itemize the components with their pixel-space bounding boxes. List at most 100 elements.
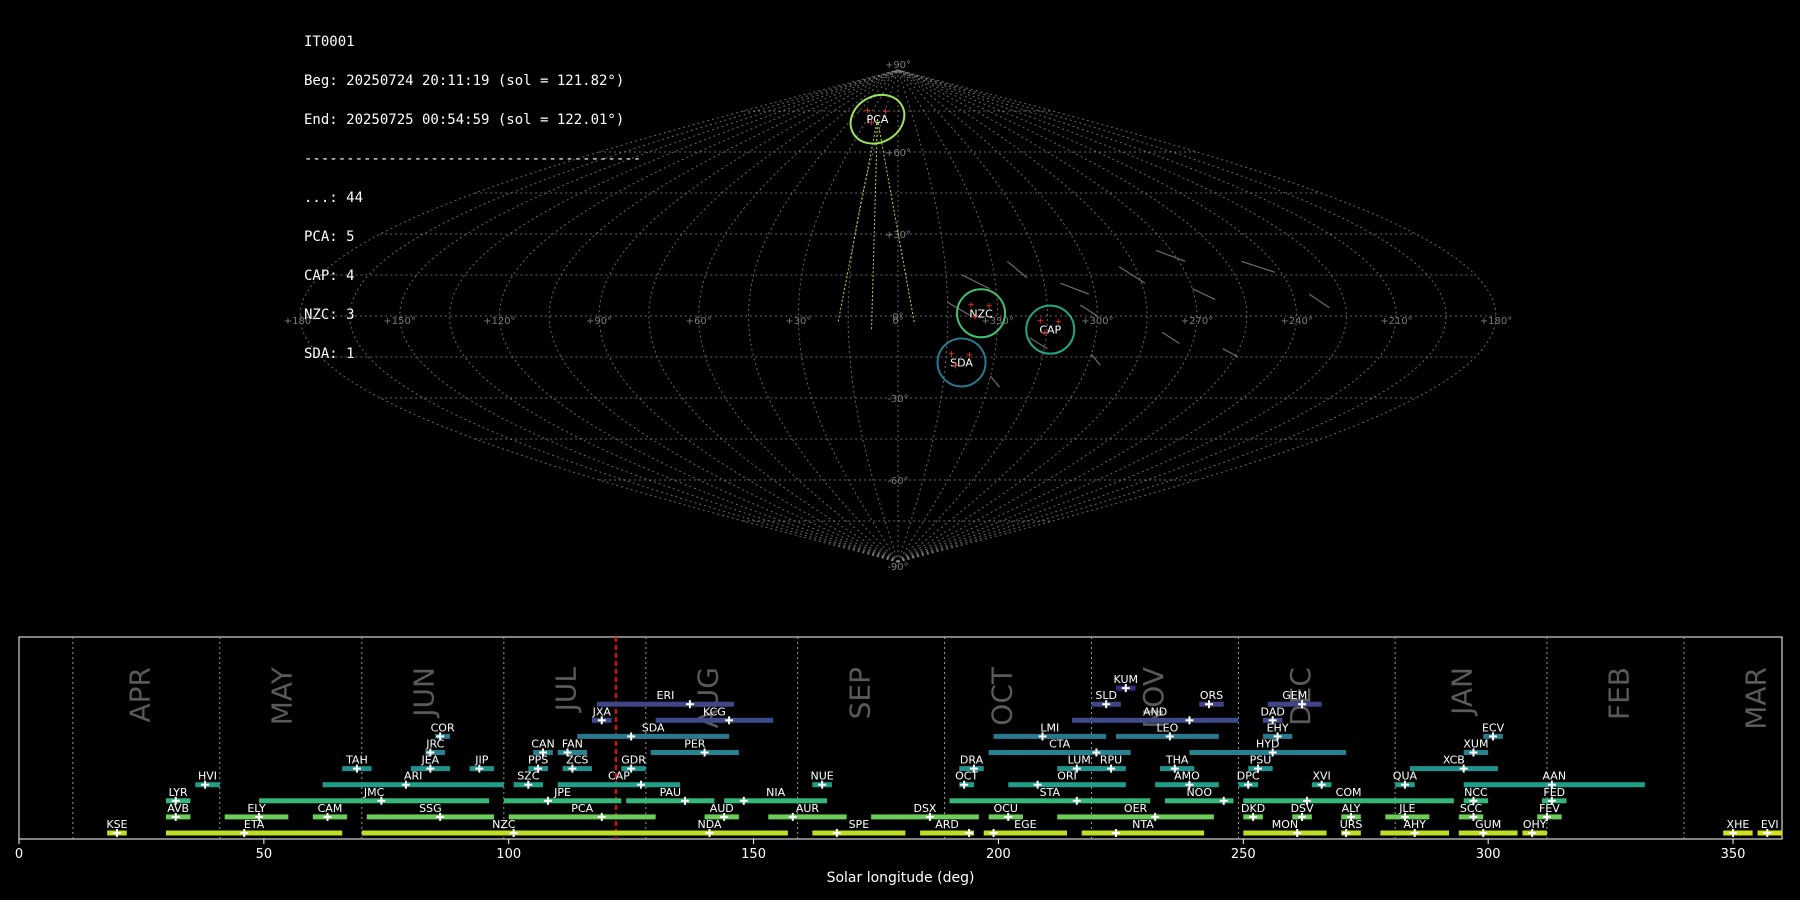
- shower-label: FED: [1543, 786, 1565, 799]
- x-tick-label: 0: [15, 847, 23, 862]
- shower-label: STA: [1040, 786, 1061, 799]
- x-tick-label: 300: [1476, 847, 1501, 862]
- shower-label: DKD: [1241, 802, 1265, 815]
- shower-bar: [508, 814, 656, 820]
- shower-label: OER: [1124, 802, 1148, 815]
- shower-label: SSG: [419, 802, 442, 815]
- shower-label: JXA: [592, 705, 612, 718]
- shower-label: SPE: [849, 818, 870, 831]
- shower-label: SLD: [1095, 689, 1117, 702]
- shower-bar: [1458, 830, 1518, 836]
- shower-label: KSE: [106, 818, 127, 831]
- shower-label: NDA: [697, 818, 722, 831]
- shower-bar: [503, 798, 622, 804]
- shower-label: HVI: [198, 770, 217, 783]
- shower-avb: AVB: [165, 802, 191, 821]
- shower-label: JPE: [553, 786, 571, 799]
- shower-label: ETA: [244, 818, 265, 831]
- shower-label: CAN: [531, 738, 554, 751]
- shower-label: NCC: [1464, 786, 1488, 799]
- shower-label: QUA: [1393, 770, 1418, 783]
- shower-label: CAM: [318, 802, 343, 815]
- shower-label: HYD: [1256, 738, 1279, 751]
- shower-label: LYR: [169, 786, 188, 799]
- shower-label: AND: [1143, 705, 1167, 718]
- x-tick-label: 250: [1231, 847, 1256, 862]
- shower-ohy: OHY: [1522, 818, 1547, 837]
- shower-bar: [1409, 766, 1498, 772]
- shower-evi: EVI: [1757, 818, 1782, 837]
- shower-label: NZC: [492, 818, 516, 831]
- shower-label: NIA: [766, 786, 785, 799]
- shower-label: AVB: [167, 802, 189, 815]
- shower-bar: [322, 782, 504, 788]
- shower-label: DSV: [1291, 802, 1314, 815]
- shower-label: ELY: [247, 802, 266, 815]
- shower-label: EGE: [1014, 818, 1036, 831]
- shower-label: PSU: [1250, 754, 1272, 767]
- shower-bar: [949, 798, 1151, 804]
- month-label: OCT: [985, 666, 1018, 726]
- shower-label: ALY: [1342, 802, 1361, 815]
- shower-label: PCA: [571, 802, 593, 815]
- shower-label: DAD: [1261, 705, 1285, 718]
- shower-bar: [1723, 830, 1753, 836]
- shower-label: EVI: [1761, 818, 1779, 831]
- shower-bar: [1008, 782, 1126, 788]
- shower-label: ARI: [404, 770, 422, 783]
- shower-bar: [366, 814, 495, 820]
- shower-cam: CAM: [312, 802, 348, 821]
- x-tick-label: 150: [741, 847, 766, 862]
- shower-label: PER: [684, 738, 706, 751]
- shower-label: JMC: [363, 786, 385, 799]
- shower-label: NOO: [1186, 786, 1212, 799]
- shower-label: DRA: [960, 754, 984, 767]
- shower-label: MON: [1272, 818, 1298, 831]
- shower-label: LEO: [1157, 721, 1179, 734]
- shower-label: OCU: [994, 802, 1018, 815]
- shower-zcs: ZCS: [562, 754, 592, 773]
- month-label: JUL: [549, 667, 582, 714]
- shower-label: ORI: [1057, 770, 1077, 783]
- shower-bar: [655, 717, 774, 723]
- shower-bar: [768, 814, 847, 820]
- shower-label: KCG: [703, 705, 726, 718]
- shower-label: SCC: [1460, 802, 1483, 815]
- shower-xum: XUM: [1463, 738, 1488, 757]
- shower-label: GUM: [1475, 818, 1501, 831]
- shower-dkd: DKD: [1241, 802, 1265, 821]
- shower-kum: KUM: [1114, 673, 1138, 693]
- shower-label: COM: [1336, 786, 1362, 799]
- month-label: MAR: [1740, 667, 1773, 730]
- shower-label: DPC: [1237, 770, 1260, 783]
- shower-label: DSX: [913, 802, 936, 815]
- shower-bar: [871, 814, 979, 820]
- shower-bar: [1081, 830, 1205, 836]
- shower-nue: NUE: [811, 770, 834, 789]
- shower-label: JLE: [1398, 802, 1415, 815]
- month-label: JAN: [1446, 667, 1479, 717]
- shower-tah: TAH: [342, 754, 372, 773]
- shower-label: KUM: [1114, 673, 1138, 686]
- shower-label: COR: [431, 721, 455, 734]
- shower-label: OHY: [1523, 818, 1547, 831]
- shower-jxa: JXA: [592, 705, 612, 725]
- shower-label: CTA: [1049, 738, 1071, 751]
- shower-dpc: DPC: [1237, 770, 1260, 789]
- shower-bar: [577, 733, 730, 739]
- shower-bar: [812, 830, 906, 836]
- x-axis-label: Solar longitude (deg): [827, 870, 975, 886]
- shower-urs: URS: [1340, 818, 1362, 837]
- month-label: MAY: [265, 666, 298, 725]
- shower-label: ARD: [935, 818, 959, 831]
- shower-label: ZCS: [566, 754, 588, 767]
- x-tick-label: 350: [1721, 847, 1746, 862]
- shower-bar: [650, 750, 739, 755]
- shower-kse: KSE: [106, 818, 128, 837]
- month-label: APR: [123, 667, 156, 723]
- shower-bar: [258, 798, 490, 804]
- x-tick-label: 200: [986, 847, 1011, 862]
- shower-label: GEM: [1282, 689, 1307, 702]
- shower-label: SDA: [642, 721, 665, 734]
- shower-label: SZC: [517, 770, 540, 783]
